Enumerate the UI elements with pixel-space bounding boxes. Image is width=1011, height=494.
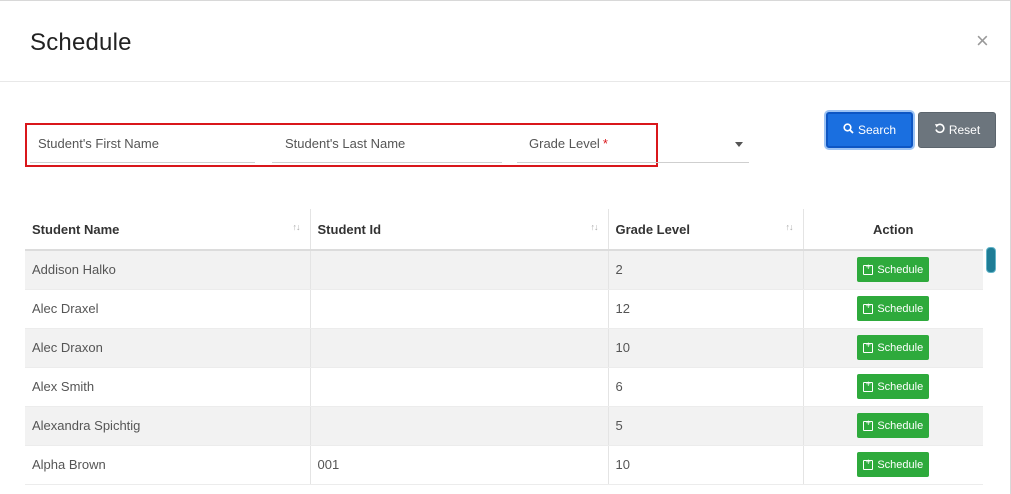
reset-button-label: Reset <box>948 123 981 137</box>
table-row: Alpha Brown 001 10 Schedule <box>25 445 983 485</box>
table-row: Alex Smith 6 Schedule <box>25 367 983 407</box>
action-cell: Schedule <box>803 328 983 368</box>
sort-icon[interactable]: ↑↓ <box>786 222 794 232</box>
student-id-cell <box>310 289 609 329</box>
grade-level-label: Grade Level <box>529 136 600 151</box>
student-name-cell: Addison Halko <box>25 250 311 290</box>
grade-level-cell: 5 <box>608 406 804 446</box>
table-header-row: Student Name ↑↓ Student Id ↑↓ Grade Leve… <box>25 209 983 251</box>
student-id-cell <box>310 367 609 407</box>
column-header-student-name[interactable]: Student Name ↑↓ <box>25 209 311 251</box>
calendar-plus-icon <box>863 301 874 314</box>
student-name-cell: Alexandra Spichtig <box>25 406 311 446</box>
sort-icon[interactable]: ↑↓ <box>591 222 599 232</box>
schedule-button[interactable]: Schedule <box>857 413 930 438</box>
table-row: Alec Draxel 12 Schedule <box>25 289 983 329</box>
calendar-plus-icon <box>863 379 874 392</box>
required-marker: * <box>602 136 608 151</box>
grade-level-underline <box>517 162 749 163</box>
table-row: Alexandra Spichtig 5 Schedule <box>25 406 983 446</box>
column-header-student-id[interactable]: Student Id ↑↓ <box>310 209 609 251</box>
grade-level-cell: 10 <box>608 328 804 368</box>
first-name-underline <box>30 162 255 163</box>
grade-level-cell: 12 <box>608 289 804 329</box>
action-cell: Schedule <box>803 289 983 329</box>
student-id-cell <box>310 328 609 368</box>
student-name-cell: Alpha Brown <box>25 445 311 485</box>
students-table-container: Student Name ↑↓ Student Id ↑↓ Grade Leve… <box>25 209 983 494</box>
action-cell: Schedule <box>803 406 983 446</box>
students-table: Student Name ↑↓ Student Id ↑↓ Grade Leve… <box>25 209 983 485</box>
sort-icon[interactable]: ↑↓ <box>293 222 301 232</box>
schedule-button[interactable]: Schedule <box>857 452 930 477</box>
schedule-dialog: Schedule × Student's First Name Student'… <box>0 0 1011 494</box>
student-id-cell: 001 <box>310 445 609 485</box>
student-name-cell: Alex Smith <box>25 367 311 407</box>
last-name-underline <box>272 162 502 163</box>
schedule-button[interactable]: Schedule <box>857 257 930 283</box>
schedule-button[interactable]: Schedule <box>857 374 930 399</box>
reset-icon <box>934 123 945 137</box>
schedule-button[interactable]: Schedule <box>857 296 930 321</box>
student-name-cell: Alec Draxon <box>25 328 311 368</box>
calendar-plus-icon <box>863 340 874 353</box>
grade-level-cell: 6 <box>608 367 804 407</box>
chevron-down-icon[interactable] <box>735 142 743 147</box>
action-cell: Schedule <box>803 367 983 407</box>
calendar-plus-icon <box>863 457 874 470</box>
table-row: Addison Halko 2 Schedule <box>25 250 983 290</box>
dialog-title: Schedule <box>30 29 132 56</box>
action-cell: Schedule <box>803 250 983 290</box>
schedule-button[interactable]: Schedule <box>857 335 930 360</box>
calendar-plus-icon <box>863 418 874 431</box>
reset-button[interactable]: Reset <box>918 112 996 148</box>
table-row: Alec Draxon 10 Schedule <box>25 328 983 368</box>
search-icon <box>843 123 854 137</box>
close-icon[interactable]: × <box>976 30 989 52</box>
column-header-action: Action <box>803 209 983 251</box>
table-scrollbar[interactable] <box>986 247 996 273</box>
grade-level-cell: 10 <box>608 445 804 485</box>
student-id-cell <box>310 250 609 290</box>
search-button-label: Search <box>857 123 897 137</box>
column-header-grade-level[interactable]: Grade Level ↑↓ <box>608 209 804 251</box>
action-cell: Schedule <box>803 445 983 485</box>
student-name-cell: Alec Draxel <box>25 289 311 329</box>
calendar-plus-icon <box>863 262 874 275</box>
grade-level-cell: 2 <box>608 250 804 290</box>
student-id-cell <box>310 406 609 446</box>
last-name-field[interactable]: Student's Last Name <box>285 136 405 151</box>
first-name-field[interactable]: Student's First Name <box>38 136 159 151</box>
grade-level-select[interactable]: Grade Level * <box>529 136 608 151</box>
dialog-header: Schedule × <box>0 1 1010 82</box>
search-button[interactable]: Search <box>826 112 913 148</box>
